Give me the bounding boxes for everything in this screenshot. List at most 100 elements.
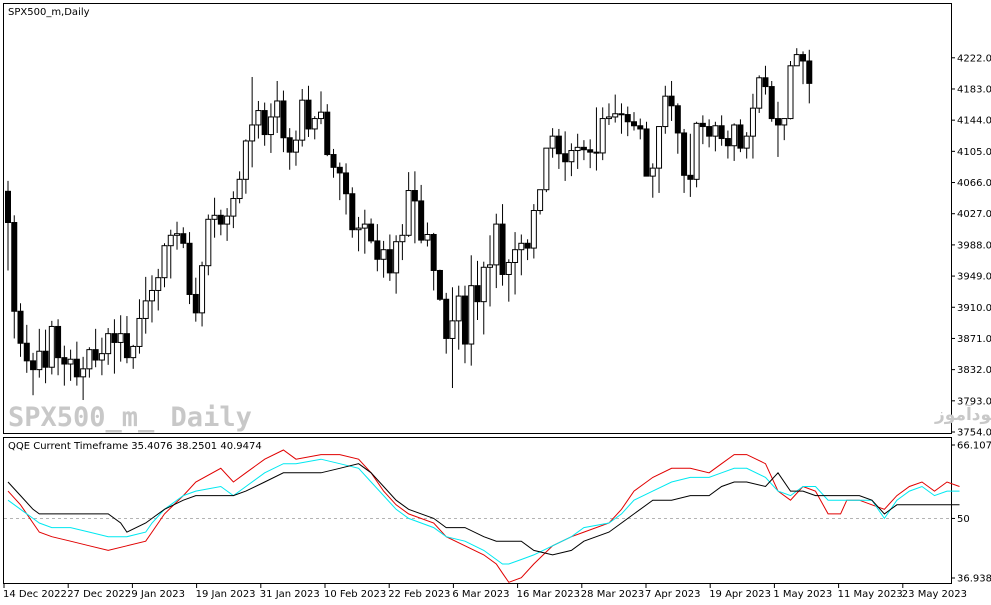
chart-title: SPX500_m,Daily: [8, 7, 90, 18]
candle-body: [267, 116, 274, 136]
candle-body: [236, 178, 243, 200]
price-tick-label: 3832.0: [957, 365, 991, 376]
time-tick-label: 19 Apr 2023: [709, 589, 771, 600]
candle-body: [48, 325, 55, 368]
time-tick-label: 31 Jan 2023: [260, 589, 320, 600]
candle-body: [311, 118, 318, 130]
time-tick-label: 10 Feb 2023: [324, 589, 386, 600]
candle-body: [380, 249, 387, 260]
candle-body: [649, 167, 656, 177]
candle-body: [787, 65, 794, 120]
trading-chart[interactable]: SPX500_m_ Daily انتشار در سایت سودآموز S…: [0, 0, 991, 605]
symbol-watermark: SPX500_m_ Daily: [8, 402, 252, 433]
candle-body: [136, 317, 143, 347]
candle-body: [318, 111, 324, 120]
time-tick-label: 22 Feb 2023: [388, 589, 450, 600]
candle-body: [374, 240, 381, 260]
candle-body: [386, 249, 393, 274]
time-tick-label: 16 Mar 2023: [517, 589, 580, 600]
candle-body: [211, 214, 218, 220]
price-tick-label: 3754.0: [957, 428, 991, 439]
candle-body: [299, 99, 306, 141]
candle-body: [731, 124, 738, 147]
candle-body: [286, 137, 293, 153]
candle-body: [411, 190, 418, 202]
candle-body: [580, 146, 587, 151]
candle-body: [455, 295, 462, 322]
candle-body: [662, 95, 669, 128]
candle-body: [11, 222, 18, 312]
candle-body: [624, 114, 631, 123]
candle-body: [123, 333, 130, 359]
candle-body: [249, 124, 256, 142]
candle-body: [55, 325, 62, 359]
candle-body: [487, 264, 494, 268]
candle-body: [261, 110, 268, 136]
price-tick-label: 4144.0: [957, 116, 991, 127]
candle-body: [142, 300, 149, 319]
candle-body: [217, 214, 224, 225]
candle-body: [174, 233, 181, 236]
candle-body: [355, 227, 362, 231]
candle-body: [418, 200, 425, 241]
candle-body: [305, 99, 312, 130]
candle-body: [499, 223, 506, 275]
candle-body: [430, 234, 437, 271]
candle-body: [718, 125, 725, 140]
candle-body: [637, 125, 644, 130]
candle-body: [505, 261, 512, 275]
candle-body: [493, 223, 500, 266]
candle-body: [30, 360, 37, 371]
candle-body: [98, 353, 105, 361]
candle-body: [549, 135, 556, 149]
candle-body: [543, 147, 550, 191]
candle-body: [737, 124, 744, 149]
candle-body: [280, 100, 287, 139]
candle-body: [749, 107, 756, 137]
candle-body: [724, 138, 731, 147]
candle-body: [274, 100, 281, 118]
candle-body: [687, 174, 694, 180]
candle-body: [793, 54, 800, 67]
price-tick-label: 3988.0: [957, 240, 991, 251]
candle-body: [574, 146, 581, 152]
time-tick-label: 7 Apr 2023: [645, 589, 700, 600]
candle-body: [80, 368, 87, 378]
candle-body: [537, 189, 544, 212]
candle-body: [568, 150, 575, 163]
candle-body: [562, 153, 569, 163]
candle-body: [192, 293, 199, 314]
time-tick-label: 1 May 2023: [773, 589, 832, 600]
candle-body: [706, 126, 713, 137]
candle-body: [674, 105, 681, 134]
time-tick-label: 6 Mar 2023: [452, 589, 509, 600]
time-tick-label: 27 Dec 2022: [67, 589, 131, 600]
candle-body: [643, 128, 650, 177]
candle-body: [806, 60, 813, 84]
candle-body: [92, 349, 99, 361]
candle-body: [23, 342, 30, 362]
candle-body: [343, 172, 350, 195]
indicator-pane[interactable]: [3, 437, 952, 584]
candle-body: [693, 122, 700, 180]
candle-body: [612, 113, 619, 118]
candle-body: [117, 333, 124, 343]
price-tick-label: 4105.0: [957, 147, 991, 158]
candle-body: [336, 166, 343, 174]
candle-body: [161, 245, 168, 279]
candle-body: [774, 118, 781, 126]
candle-body: [699, 122, 706, 128]
candle-body: [61, 357, 68, 365]
price-tick-label: 4222.0: [957, 53, 991, 64]
candle-body: [242, 140, 249, 180]
candle-body: [512, 249, 519, 263]
candle-body: [349, 193, 356, 231]
candle-body: [530, 210, 537, 249]
candle-body: [518, 242, 525, 251]
candle-body: [5, 190, 11, 224]
candle-body: [781, 118, 788, 126]
candle-body: [681, 132, 688, 176]
candle-body: [405, 190, 412, 236]
candle-body: [130, 345, 137, 359]
candle-body: [436, 269, 443, 300]
